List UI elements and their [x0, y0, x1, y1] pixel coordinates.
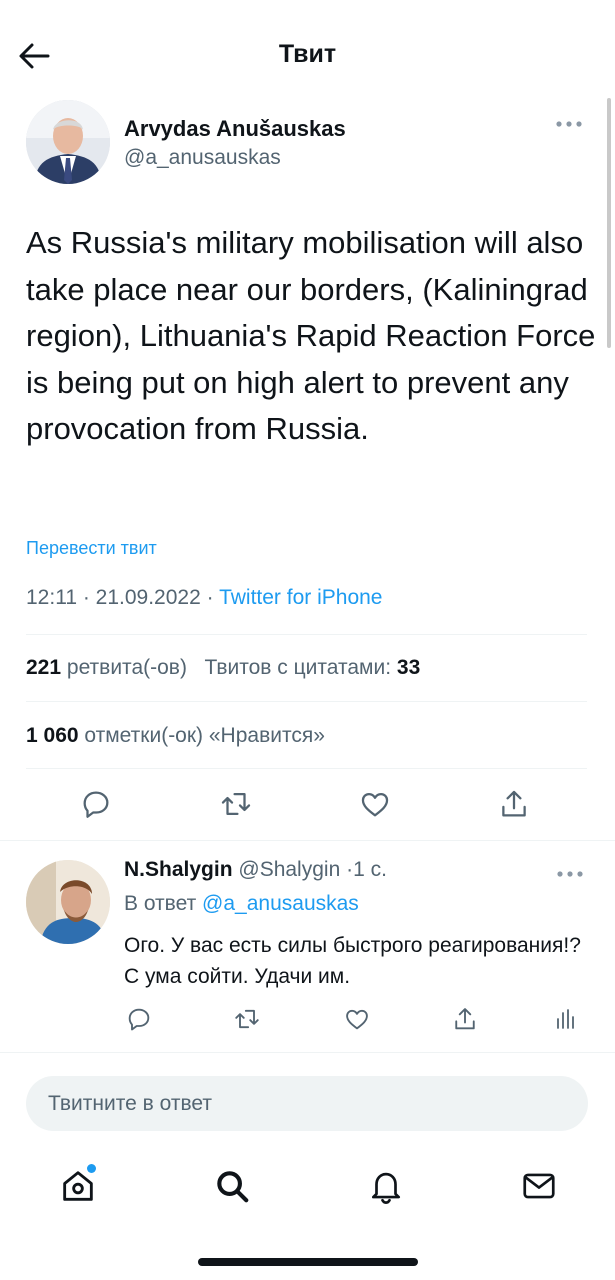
replying-to: В ответ @a_anusauskas	[124, 892, 359, 916]
tweet-meta: 12:11 · 21.09.2022 · Twitter for iPhone	[26, 586, 382, 610]
tab-home[interactable]	[56, 1164, 100, 1208]
likes-count: 1 060	[26, 724, 79, 747]
tweet-text: As Russia's military mobilisation will a…	[26, 225, 596, 446]
heart-icon	[346, 1009, 368, 1030]
retweet-icon	[235, 1009, 259, 1029]
reply-author-handle[interactable]: @Shalygin	[238, 858, 340, 881]
meta-separator: ·	[82, 586, 96, 609]
tweet-source[interactable]: Twitter for iPhone	[219, 586, 382, 609]
replying-to-label: В ответ	[124, 892, 197, 915]
search-icon	[217, 1171, 249, 1203]
bottom-tab-bar	[0, 1148, 615, 1224]
more-horizontal-icon	[557, 871, 583, 877]
tab-notifications[interactable]	[364, 1164, 408, 1208]
reply-icon	[83, 791, 109, 818]
retweet-icon	[221, 792, 251, 816]
heart-icon	[361, 792, 389, 817]
reply-author-name[interactable]: N.Shalygin	[124, 858, 233, 881]
reply-reply-button[interactable]	[122, 1002, 156, 1036]
scrollbar[interactable]	[607, 98, 611, 348]
quotes-label: Твитов с цитатами:	[204, 656, 392, 679]
avatar-image	[26, 860, 110, 944]
likes-label: отметки(-ок) «Нравится»	[84, 724, 325, 747]
top-bar: Твит	[0, 0, 615, 110]
reply-button[interactable]	[76, 784, 116, 824]
reply-author-avatar[interactable]	[26, 860, 110, 944]
translate-tweet-link[interactable]: Перевести твит	[26, 538, 157, 559]
reply-header: N.Shalygin @Shalygin ·1 с.	[124, 858, 387, 882]
author-name[interactable]: Arvydas Anušauskas	[124, 116, 346, 142]
retweets-count: 221	[26, 656, 62, 679]
notification-dot	[87, 1164, 96, 1173]
bell-icon	[371, 1172, 401, 1204]
author-handle[interactable]: @a_anusauskas	[124, 146, 281, 170]
share-icon	[502, 790, 526, 817]
reply-share-button[interactable]	[448, 1002, 482, 1036]
more-horizontal-icon	[556, 121, 582, 127]
reply-icon	[128, 1008, 150, 1031]
share-icon	[455, 1008, 475, 1030]
reply-retweet-button[interactable]	[230, 1002, 264, 1036]
divider	[0, 840, 615, 841]
reply-tweet[interactable]: N.Shalygin @Shalygin ·1 с. В ответ @a_an…	[0, 842, 615, 1052]
like-button[interactable]	[355, 784, 395, 824]
divider	[26, 701, 587, 702]
retweets-label: ретвита(-ов)	[66, 656, 187, 679]
divider	[0, 1052, 615, 1053]
divider	[26, 634, 587, 635]
tab-search[interactable]	[210, 1164, 254, 1208]
replying-to-handle[interactable]: @a_anusauskas	[202, 892, 359, 915]
likes-stats[interactable]: 1 060 отметки(-ок) «Нравится»	[26, 724, 325, 748]
retweet-stats[interactable]: 221 ретвита(-ов) Твитов с цитатами: 33	[26, 656, 420, 680]
divider	[26, 768, 587, 769]
author-avatar[interactable]	[26, 100, 110, 184]
reply-text: Ого. У вас есть силы быстрого реагирован…	[124, 934, 581, 988]
quotes-count: 33	[396, 656, 421, 679]
reply-more-options-button[interactable]	[553, 862, 587, 886]
mail-icon	[523, 1173, 555, 1199]
tweet-date: 21.09.2022	[95, 586, 201, 609]
tweet-time: 12:11	[26, 586, 77, 609]
reply-time: 1 с.	[353, 858, 387, 881]
meta-separator: ·	[206, 586, 220, 609]
more-options-button[interactable]	[552, 112, 586, 136]
page-title: Твит	[278, 40, 337, 68]
reply-composer-input[interactable]: Твитните в ответ	[26, 1076, 588, 1131]
retweet-button[interactable]	[216, 784, 256, 824]
share-button[interactable]	[494, 784, 534, 824]
home-indicator[interactable]	[198, 1258, 418, 1266]
reply-analytics-button[interactable]	[548, 1002, 582, 1036]
reply-like-button[interactable]	[340, 1002, 374, 1036]
tab-messages[interactable]	[517, 1164, 561, 1208]
analytics-icon	[557, 1009, 574, 1029]
avatar-image	[26, 100, 110, 184]
tweet-author: Arvydas Anušauskas @a_anusauskas	[26, 100, 586, 190]
